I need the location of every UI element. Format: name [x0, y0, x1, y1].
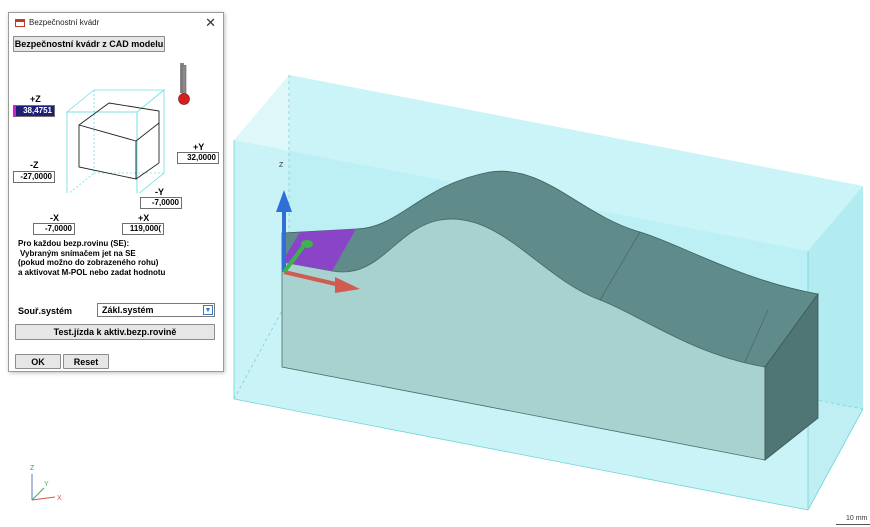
chevron-down-icon[interactable]: ▼: [203, 305, 213, 315]
test-run-button[interactable]: Test.jízda k aktiv.bezp.rovině: [15, 324, 215, 340]
coord-system-label: Souř.systém: [18, 306, 73, 316]
dialog-title: Bezpečnostní kvádr: [29, 18, 100, 27]
z-plus-label: +Z: [30, 94, 41, 104]
z-minus-field[interactable]: -27,0000: [13, 171, 55, 183]
probe-icon: [178, 65, 190, 105]
y-plus-field[interactable]: 32,0000: [177, 152, 219, 164]
instruction-line: Pro každou bezp.rovinu (SE):: [18, 239, 130, 248]
z-axis-label: Z: [279, 162, 284, 169]
safety-box-dialog: Bezpečnostní kvádr ✕ Bezpečnostní kvádr …: [8, 12, 224, 372]
y-minus-label: -Y: [155, 187, 164, 197]
x-minus-label: -X: [50, 213, 59, 223]
y-minus-field[interactable]: -7,0000: [140, 197, 182, 209]
box-diagram: [65, 63, 184, 193]
x-minus-field[interactable]: -7,0000: [33, 223, 75, 235]
part-outline: [78, 102, 160, 180]
window-icon: [15, 19, 25, 27]
y-axis-arrow: [301, 240, 313, 248]
scale-bar: [836, 524, 870, 525]
instruction-line: a aktivovat M-POL nebo zadat hodnotu: [18, 267, 166, 277]
scale-label: 10 mm: [846, 515, 868, 522]
cad-model-button[interactable]: Bezpečnostní kvádr z CAD modelu: [13, 36, 165, 52]
mini-axis-triad: Z Y X: [30, 465, 62, 502]
reset-button[interactable]: Reset: [63, 354, 109, 369]
coord-system-value: Zákl.systém: [102, 305, 154, 315]
instructions: Pro každou bezp.rovinu (SE): Vybraným sn…: [18, 239, 218, 277]
ok-button[interactable]: OK: [15, 354, 61, 369]
mini-axis-x: X: [57, 495, 62, 502]
x-plus-label: +X: [138, 213, 150, 223]
z-minus-label: -Z: [30, 160, 39, 170]
instruction-line: Vybraným snímačem jet na SE: [20, 248, 136, 258]
z-plus-field[interactable]: 38,4751: [13, 105, 55, 117]
mini-axis-z: Z: [30, 465, 35, 472]
coord-system-select[interactable]: Zákl.systém ▼: [97, 303, 215, 317]
x-plus-field[interactable]: 119,000(: [122, 223, 164, 235]
close-icon[interactable]: ✕: [205, 15, 216, 31]
title-bar[interactable]: Bezpečnostní kvádr ✕: [9, 13, 223, 33]
y-plus-label: +Y: [193, 142, 205, 152]
instruction-line: (pokud možno do zobrazeného rohu): [18, 258, 159, 268]
mini-axis-y: Y: [44, 481, 49, 488]
cyan-outline-box: [65, 89, 166, 193]
